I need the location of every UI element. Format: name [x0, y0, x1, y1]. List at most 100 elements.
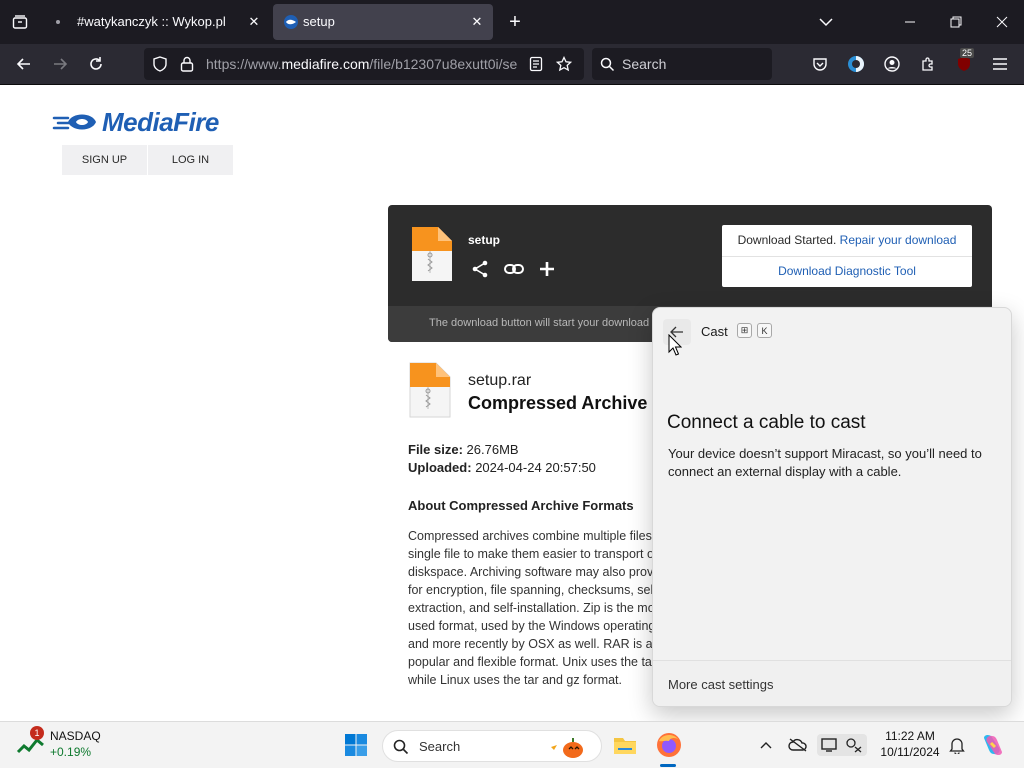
notification-bell-icon[interactable]: [946, 734, 968, 756]
windows-key-icon: ⊞: [737, 323, 752, 338]
windows-start-icon[interactable]: [344, 733, 368, 757]
taskbar-search-box[interactable]: Search: [382, 730, 602, 762]
minimize-icon[interactable]: [898, 10, 922, 34]
tab-title: setup: [303, 14, 335, 29]
widget-stock-name[interactable]: NASDAQ: [50, 729, 101, 743]
file-size-row: File size: 26.76MB: [408, 442, 519, 457]
rar-file-icon: [408, 361, 452, 424]
reader-view-icon[interactable]: [526, 54, 546, 74]
file-explorer-icon[interactable]: [612, 732, 638, 758]
forward-icon[interactable]: [48, 52, 72, 76]
sign-up-button[interactable]: SIGN UP: [62, 145, 147, 175]
bookmark-star-icon[interactable]: [554, 54, 574, 74]
clock-date: 10/11/2024: [880, 745, 940, 759]
close-window-icon[interactable]: [990, 10, 1014, 34]
back-icon[interactable]: [12, 52, 36, 76]
new-tab-icon[interactable]: +: [503, 10, 527, 34]
extensions-puzzle-icon[interactable]: [916, 52, 940, 76]
taskbar-search-placeholder: Search: [419, 739, 461, 754]
reload-icon[interactable]: [84, 52, 108, 76]
download-status-box: Download Started. Repair your download D…: [722, 225, 972, 287]
url-domain: mediafire.com: [281, 56, 370, 72]
url-path: /file/b12307u8exutt0i/se: [369, 56, 518, 72]
logo-wordmark: MediaFire: [102, 106, 219, 137]
clock-time: 11:22 AM: [885, 729, 935, 743]
zip-file-icon: [410, 225, 454, 288]
uploaded-value: 2024-04-24 20:57:50: [475, 460, 596, 475]
active-app-indicator: [660, 764, 676, 767]
url-text[interactable]: https://www.mediafire.com/file/b12307u8e…: [206, 56, 518, 72]
url-prefix: https://www.: [206, 56, 282, 72]
tab-setup[interactable]: setup ✕: [273, 4, 493, 40]
halloween-pumpkin-icon: [549, 735, 589, 759]
about-line: while Linux uses the tar and gz format.: [408, 673, 623, 687]
file-name: setup.rar: [468, 372, 532, 389]
widget-stock-change: +0.19%: [50, 745, 92, 759]
more-cast-settings-link[interactable]: More cast settings: [668, 677, 774, 692]
mediafire-logo[interactable]: MediaFire: [52, 105, 219, 139]
about-line: popular and flexible format. Unix uses t…: [408, 655, 657, 669]
status-divider: [722, 256, 972, 257]
search-icon: [598, 55, 616, 73]
search-icon: [393, 739, 409, 755]
log-in-button[interactable]: LOG IN: [148, 145, 233, 175]
file-size-value: 26.76MB: [466, 442, 519, 457]
lock-icon[interactable]: [177, 54, 197, 74]
shield-icon[interactable]: [150, 54, 170, 74]
restore-icon[interactable]: [944, 10, 968, 34]
download-diagnostic-tool-link[interactable]: Download Diagnostic Tool: [722, 264, 972, 278]
copy-link-icon[interactable]: [502, 257, 526, 281]
taskbar-clock[interactable]: 11:22 AM 10/11/2024: [872, 728, 948, 760]
k-key: K: [757, 323, 772, 338]
file-size-label: File size:: [408, 442, 463, 457]
close-tab-icon[interactable]: ✕: [469, 14, 485, 30]
repair-download-link[interactable]: Repair your download: [840, 233, 957, 247]
menu-hamburger-icon[interactable]: [988, 52, 1012, 76]
ublock-badge: 25: [960, 48, 975, 58]
tab-title: #watykanczyk :: Wykop.pl: [77, 14, 226, 29]
ublock-icon[interactable]: 25: [952, 48, 976, 76]
widget-badge: 1: [30, 726, 44, 740]
copilot-icon[interactable]: [980, 732, 1006, 758]
onedrive-offline-icon[interactable]: [787, 734, 809, 756]
about-line: for encryption, file spanning, checksums…: [408, 583, 658, 597]
about-line: and more recently by OSX as well. RAR is…: [408, 637, 658, 651]
url-bar[interactable]: https://www.mediafire.com/file/b12307u8e…: [144, 48, 584, 80]
browser-tab-bar: #watykanczyk :: Wykop.pl ✕ setup ✕ +: [0, 0, 1024, 44]
browser-nav-bar: https://www.mediafire.com/file/b12307u8e…: [0, 44, 1024, 85]
about-paragraph: Compressed archives combine multiple fil…: [408, 527, 658, 689]
list-tabs-chevron-icon[interactable]: [814, 10, 838, 34]
mediafire-favicon-icon: [283, 14, 299, 30]
share-icon[interactable]: [468, 257, 492, 281]
download-started-label: Download Started.: [737, 233, 837, 247]
network-volume-group[interactable]: [817, 734, 867, 756]
download-note-text: The download button will start your down…: [429, 317, 650, 329]
download-started-text: Download Started. Repair your download: [722, 233, 972, 247]
display-cast-icon: [821, 738, 837, 752]
show-hidden-icons-chevron-icon[interactable]: [755, 734, 777, 756]
search-placeholder: Search: [622, 56, 667, 72]
cast-description: Your device doesn’t support Miracast, so…: [668, 446, 982, 479]
tab-wykop[interactable]: #watykanczyk :: Wykop.pl ✕: [44, 4, 270, 40]
mediafire-logo-icon: [52, 114, 96, 130]
uploaded-label: Uploaded:: [408, 460, 472, 475]
about-line: extraction, and self-installation. Zip i…: [408, 601, 658, 615]
cast-footer: More cast settings: [653, 660, 1011, 706]
about-line: Compressed archives combine multiple fil…: [408, 529, 658, 543]
about-heading: About Compressed Archive Formats: [408, 498, 634, 513]
download-file-name: setup: [468, 233, 501, 247]
about-line: single file to make them easier to trans…: [408, 547, 658, 561]
extension-circle-icon[interactable]: [844, 52, 868, 76]
about-line: used format, used by the Windows operati…: [408, 619, 658, 633]
close-tab-icon[interactable]: ✕: [246, 14, 262, 30]
windows-taskbar: 1 NASDAQ +0.19% Search 11:22 AM 10/11/20…: [0, 721, 1024, 768]
add-to-account-icon[interactable]: [535, 257, 559, 281]
pocket-icon[interactable]: [808, 52, 832, 76]
mouse-cursor-icon: [668, 333, 683, 361]
cast-title: Cast: [701, 324, 728, 339]
tab-overview-icon[interactable]: [8, 10, 32, 34]
search-bar[interactable]: Search: [592, 48, 772, 80]
file-type: Compressed Archive: [468, 393, 648, 413]
account-icon[interactable]: [880, 52, 904, 76]
firefox-icon[interactable]: [655, 731, 683, 759]
